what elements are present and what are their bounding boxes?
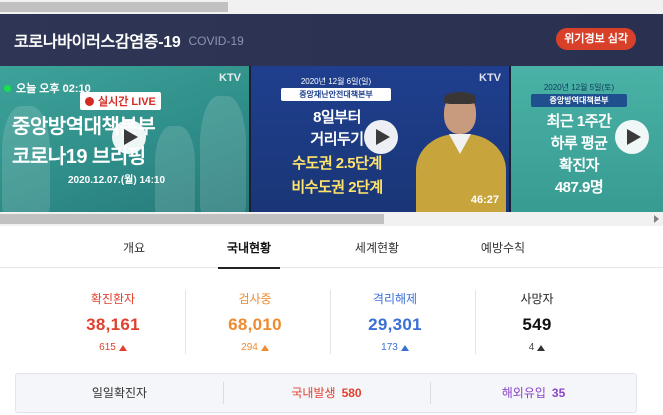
stat-value: 29,301: [368, 315, 422, 334]
stat-delta-value: 294: [241, 342, 258, 353]
alert-level-badge[interactable]: 위기경보 심각: [556, 28, 636, 50]
top-scrollbar-thumb[interactable]: [0, 2, 228, 12]
up-arrow-icon: [260, 344, 269, 351]
video-line: 확진자: [559, 157, 599, 174]
stats-panel: 확진환자 38,161 615 검사중 68,010 294 격리해제 29,3…: [0, 282, 663, 362]
stat-label: 확진환자: [90, 292, 136, 306]
play-icon[interactable]: [364, 120, 398, 154]
daily-domestic-value: 580: [341, 386, 362, 400]
stat-deaths: 사망자 549 4: [462, 282, 612, 354]
video-department: 중앙재난안전대책본부: [281, 88, 391, 101]
page-header: 코로나바이러스감염증-19 COVID-19 위기경보 심각: [0, 14, 663, 66]
live-time: 오늘 오후 02:10: [4, 80, 91, 96]
stat-testing: 검사중 68,010 294: [180, 282, 330, 354]
video-date: 2020년 12월 5일(토): [543, 83, 615, 92]
video-line: 487.9명: [554, 179, 604, 196]
stat-delta: 173: [320, 342, 470, 353]
video-department: 중앙방역대책본부: [531, 94, 627, 107]
tab-domestic[interactable]: 국내현황: [218, 226, 280, 269]
video-date: 2020년 12월 6일(일): [300, 77, 372, 86]
video-line: 비수도권 2단계: [291, 179, 383, 196]
top-scrollbar[interactable]: [0, 0, 663, 14]
scroll-right-icon[interactable]: [654, 215, 659, 223]
daily-domestic-label: 국내발생: [291, 386, 336, 400]
stat-confirmed: 확진환자 38,161 615: [38, 282, 188, 354]
stat-label: 검사중: [238, 292, 272, 306]
daily-overseas-value: 35: [551, 386, 566, 400]
stat-delta-value: 173: [381, 342, 398, 353]
live-indicator-icon: [4, 84, 11, 92]
video-line: 수도권 2.5단계: [292, 155, 382, 172]
daily-cases-bar: 일일확진자 국내발생 580 해외유입 35: [15, 373, 637, 413]
up-arrow-icon: [118, 344, 127, 351]
daily-overseas-label: 해외유입: [501, 386, 546, 400]
video-card-live[interactable]: 오늘 오후 02:10 KTV 실시간 LIVE 중앙방역대책본부 코로나19 …: [0, 66, 249, 212]
video-carousel: 오늘 오후 02:10 KTV 실시간 LIVE 중앙방역대책본부 코로나19 …: [0, 66, 663, 212]
stat-value: 68,010: [228, 315, 282, 334]
stat-delta: 615: [38, 342, 188, 353]
daily-overseas: 해외유입 35: [430, 374, 637, 412]
stat-released: 격리해제 29,301 173: [320, 282, 470, 354]
channel-logo: KTV: [479, 72, 501, 84]
carousel-scrollbar[interactable]: [0, 212, 663, 226]
stat-delta-value: 615: [99, 342, 116, 353]
page-title: 코로나바이러스감염증-19: [14, 34, 181, 51]
channel-logo: KTV: [219, 72, 241, 84]
video-duration: 46:27: [470, 194, 499, 206]
carousel-scrollbar-thumb[interactable]: [0, 214, 384, 224]
daily-cases-label: 일일확진자: [91, 386, 148, 400]
play-icon[interactable]: [615, 120, 649, 154]
play-icon[interactable]: [112, 120, 146, 154]
video-date: 2020.12.07.(월) 14:10: [68, 175, 166, 186]
record-icon: [85, 96, 94, 106]
tab-prevention[interactable]: 예방수칙: [470, 226, 536, 268]
stat-delta-value: 4: [528, 342, 535, 353]
daily-domestic: 국내발생 580: [223, 374, 430, 412]
stat-label: 사망자: [520, 292, 554, 306]
stat-value: 38,161: [86, 315, 140, 334]
live-badge: 실시간 LIVE: [80, 92, 161, 110]
live-badge-text: 실시간 LIVE: [98, 96, 156, 108]
video-card-distancing[interactable]: 2020년 12월 6일(일) 중앙재난안전대책본부 8일부터 거리두기 수도권…: [251, 66, 509, 212]
up-arrow-icon: [400, 344, 409, 351]
video-card-weekly[interactable]: 2020년 12월 5일(토) 중앙방역대책본부 최근 1주간 하루 평균 확진…: [511, 66, 663, 212]
page-subtitle: COVID-19: [188, 34, 244, 48]
tab-overview[interactable]: 개요: [104, 226, 164, 268]
tab-bar: 개요 국내현황 세계현황 예방수칙: [0, 226, 663, 269]
stat-delta: 294: [180, 342, 330, 353]
up-arrow-icon: [537, 344, 546, 351]
stat-delta: 4: [462, 342, 612, 353]
stat-value: 549: [522, 315, 552, 334]
stat-label: 격리해제: [372, 292, 418, 306]
tab-world[interactable]: 세계현황: [344, 226, 410, 268]
